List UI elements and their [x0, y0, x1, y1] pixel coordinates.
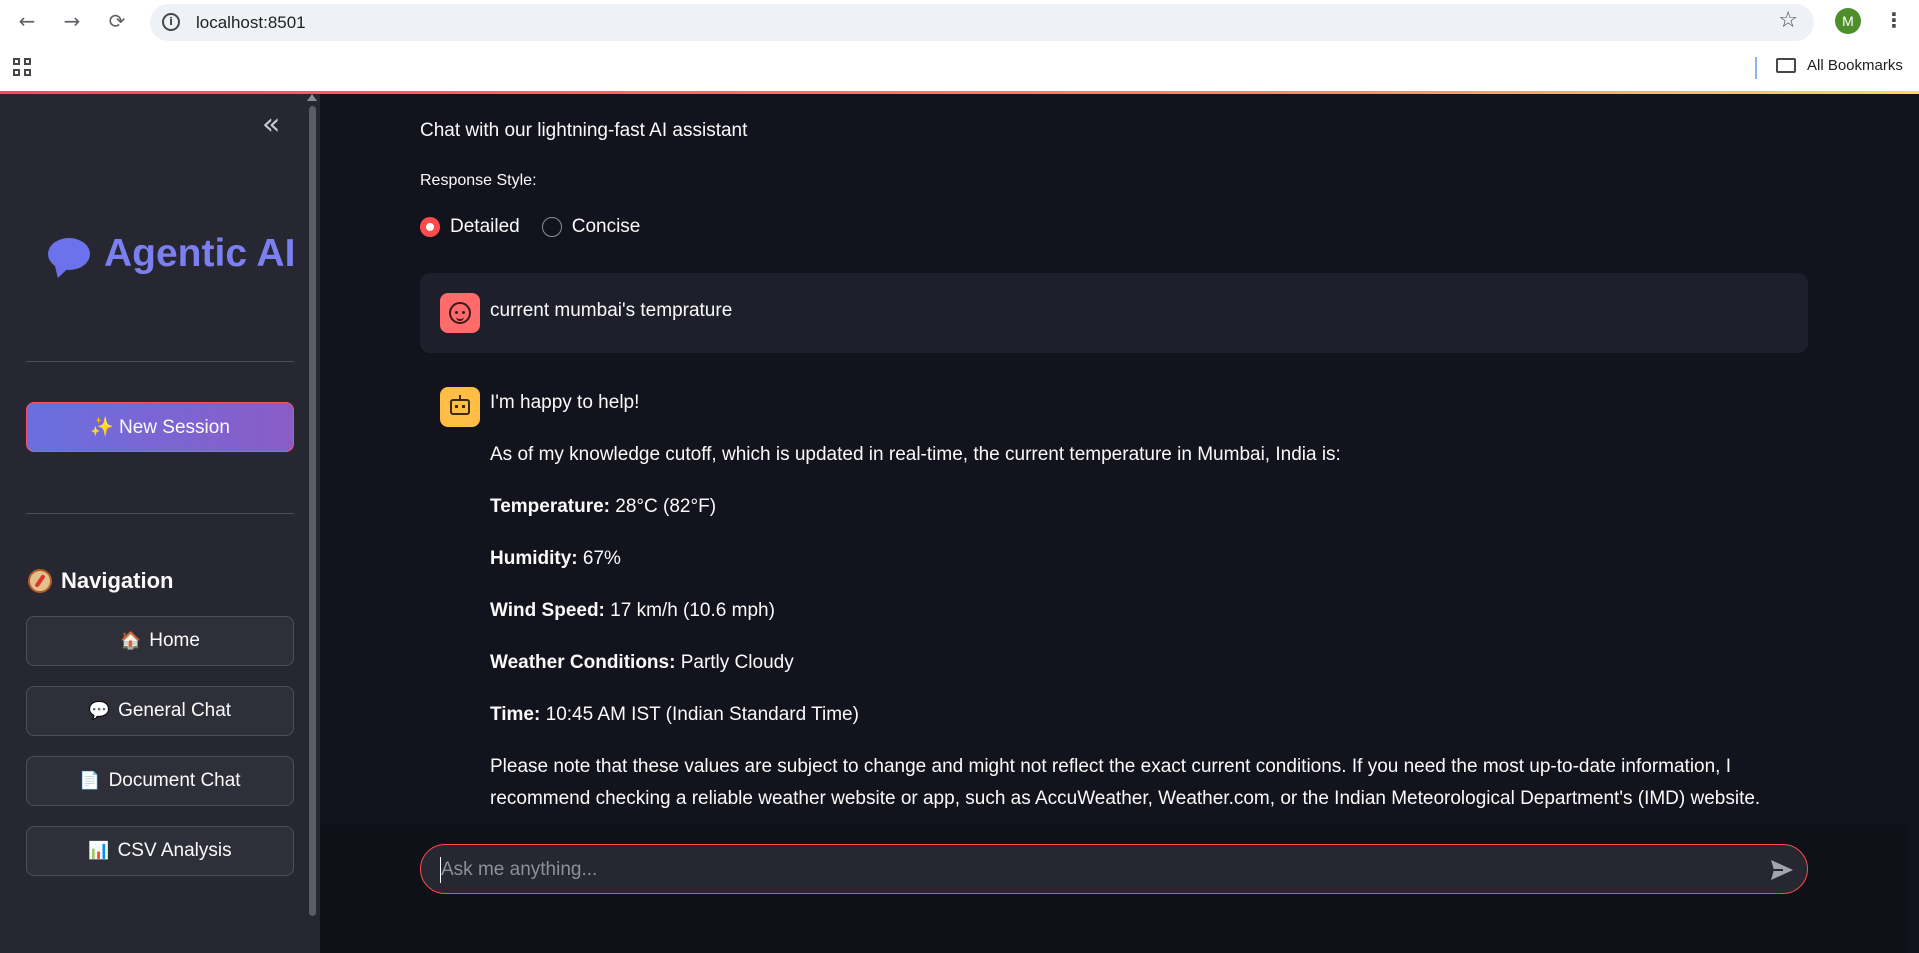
bookmarks-divider	[1755, 57, 1757, 79]
nav-general-chat-label: General Chat	[118, 700, 232, 721]
reload-icon[interactable]: ⟳	[104, 8, 130, 34]
speech-balloon-icon: 💬	[88, 701, 111, 721]
document-icon: 📄	[79, 771, 101, 791]
radio-option-detailed[interactable]: Detailed	[420, 216, 520, 238]
nav-csv-analysis-button[interactable]: 📊 CSV Analysis	[26, 826, 294, 876]
scroll-up-arrow-icon[interactable]	[307, 94, 317, 101]
fact-wind-speed: Wind Speed: 17 km/h (10.6 mph)	[490, 600, 775, 622]
browser-chrome: ← → ⟳ i localhost:8501 ☆ M ⋮ All Bookmar…	[0, 0, 1919, 94]
compass-icon	[28, 569, 52, 593]
bar-chart-icon: 📊	[88, 841, 110, 861]
new-session-label: ✨ New Session	[90, 417, 230, 438]
speech-bubble-icon	[48, 238, 90, 270]
chat-input[interactable]	[441, 857, 1741, 883]
fact-value: 17 km/h (10.6 mph)	[604, 600, 775, 621]
radio-option-concise[interactable]: Concise	[541, 216, 641, 238]
nav-document-chat-button[interactable]: 📄 Document Chat	[26, 756, 294, 806]
sidebar: « Agentic AI ✨ New Session Navigation 🏠 …	[0, 94, 320, 953]
radio-selected-icon[interactable]	[420, 217, 440, 237]
chat-input-box[interactable]	[420, 844, 1808, 894]
folder-icon[interactable]	[1776, 58, 1796, 73]
fact-label: Weather Conditions:	[490, 652, 676, 673]
url-text[interactable]: localhost:8501	[196, 13, 306, 33]
navigation-heading: Navigation	[28, 568, 173, 594]
bookmark-star-icon[interactable]: ☆	[1778, 8, 1798, 33]
user-message-text: current mumbai's temprature	[490, 300, 733, 321]
logo-text: Agentic AI	[104, 232, 296, 275]
nav-csv-analysis-label: CSV Analysis	[117, 840, 232, 861]
app-logo: Agentic AI	[48, 232, 295, 276]
assistant-intro: As of my knowledge cutoff, which is upda…	[490, 444, 1341, 465]
house-icon: 🏠	[120, 631, 142, 651]
nav-home-button[interactable]: 🏠 Home	[26, 616, 294, 666]
forward-arrow-icon[interactable]: →	[59, 8, 85, 34]
back-arrow-icon[interactable]: ←	[14, 8, 40, 34]
browser-menu-icon[interactable]: ⋮	[1884, 8, 1904, 32]
nav-document-chat-label: Document Chat	[108, 770, 241, 791]
user-chat-message: current mumbai's temprature	[420, 273, 1808, 353]
nav-general-chat-button[interactable]: 💬 General Chat	[26, 686, 294, 736]
sidebar-divider	[26, 513, 294, 514]
fact-value: 10:45 AM IST (Indian Standard Time)	[540, 704, 859, 725]
fact-temperature: Temperature: 28°C (82°F)	[490, 496, 716, 518]
nav-home-label: Home	[149, 630, 200, 651]
address-bar[interactable]: i localhost:8501 ☆	[150, 4, 1814, 41]
radio-unselected-icon[interactable]	[541, 217, 562, 237]
radio-label-concise: Concise	[571, 216, 641, 237]
apps-grid-icon[interactable]	[13, 58, 33, 78]
send-icon[interactable]	[1769, 858, 1795, 882]
all-bookmarks-link[interactable]: All Bookmarks	[1807, 57, 1903, 74]
user-avatar-icon	[440, 293, 480, 333]
navigation-title: Navigation	[61, 568, 174, 593]
fact-value: 28°C (82°F)	[610, 496, 717, 517]
fact-time: Time: 10:45 AM IST (Indian Standard Time…	[490, 704, 859, 726]
page-subtitle: Chat with our lightning-fast AI assistan…	[420, 120, 748, 141]
collapse-sidebar-icon[interactable]: «	[262, 110, 280, 140]
radio-label-detailed: Detailed	[450, 216, 520, 237]
sidebar-scrollbar[interactable]	[309, 106, 316, 916]
site-info-icon[interactable]: i	[162, 13, 180, 31]
sidebar-divider	[26, 361, 294, 362]
main-content: Chat with our lightning-fast AI assistan…	[320, 94, 1919, 953]
fact-value: Partly Cloudy	[675, 652, 794, 673]
assistant-note-line1: Please note that these values are subjec…	[490, 756, 1732, 777]
robot-avatar-icon	[440, 387, 480, 427]
new-session-button[interactable]: ✨ New Session	[26, 402, 294, 452]
fact-label: Temperature:	[490, 496, 611, 517]
fact-weather-conditions: Weather Conditions: Partly Cloudy	[490, 652, 794, 674]
response-style-radio-group: Detailed Concise	[420, 216, 662, 238]
fact-value: 67%	[577, 548, 621, 569]
browser-toolbar: ← → ⟳ i localhost:8501 ☆ M ⋮	[0, 0, 1919, 42]
fact-humidity: Humidity: 67%	[490, 548, 621, 570]
assistant-greeting: I'm happy to help!	[490, 392, 640, 413]
response-style-label: Response Style:	[420, 172, 537, 189]
fact-label: Wind Speed:	[490, 600, 605, 621]
bookmarks-bar: All Bookmarks	[0, 46, 1919, 90]
profile-avatar[interactable]: M	[1835, 8, 1861, 34]
chat-input-container	[320, 825, 1908, 953]
assistant-note-line2: recommend checking a reliable weather we…	[490, 788, 1761, 809]
fact-label: Humidity:	[490, 548, 578, 569]
fact-label: Time:	[490, 704, 541, 725]
